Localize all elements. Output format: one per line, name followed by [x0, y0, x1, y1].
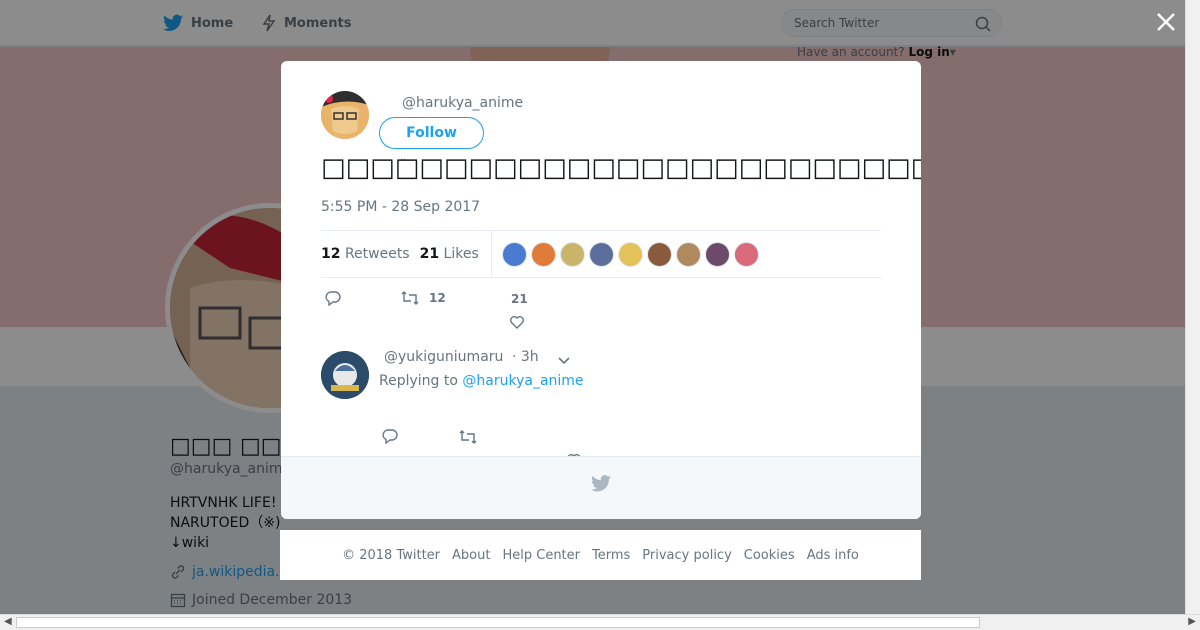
scroll-left-icon[interactable]: ◀ [4, 616, 12, 627]
likes-stat[interactable]: 21 Likes [420, 246, 479, 262]
modal-footer [281, 456, 921, 519]
tweet-timestamp[interactable]: 5:55 PM - 28 Sep 2017 [321, 199, 480, 215]
footer-link-terms[interactable]: Terms [592, 548, 630, 563]
liker-avatar[interactable] [501, 241, 527, 267]
retweets-stat[interactable]: 12 Retweets [321, 246, 410, 262]
footer-link-cookies[interactable]: Cookies [744, 548, 795, 563]
reply-icon [325, 291, 341, 306]
reply-button[interactable] [325, 290, 341, 306]
retweet-icon [401, 291, 419, 305]
liker-avatar[interactable] [704, 241, 730, 267]
reply-button[interactable] [382, 428, 398, 448]
likers-avatars [501, 241, 763, 267]
scrollbar-thumb[interactable] [16, 617, 980, 628]
tweet-actions: 12 21 [321, 287, 881, 330]
tweet-author-handle[interactable]: @harukya_anime [402, 95, 523, 111]
reply-icon [382, 429, 398, 445]
retweet-button[interactable]: 12 [401, 290, 446, 306]
liker-avatar[interactable] [559, 241, 585, 267]
site-footer: © 2018 Twitter About Help Center Terms P… [280, 530, 921, 580]
like-button[interactable] [509, 314, 525, 330]
chevron-down-icon[interactable] [557, 351, 571, 370]
liker-avatar[interactable] [617, 241, 643, 267]
footer-link-ads[interactable]: Ads info [807, 548, 859, 563]
scroll-right-icon[interactable]: ▶ [1188, 616, 1196, 627]
retweet-button[interactable] [459, 429, 477, 449]
liker-avatar[interactable] [530, 241, 556, 267]
likes-count: 21 [419, 246, 440, 262]
reply-author-handle[interactable]: @yukiguniumaru [384, 349, 503, 365]
reply-timestamp[interactable]: · 3h [512, 349, 539, 365]
tweet-author-avatar[interactable] [321, 91, 369, 139]
tweet-stats: 12 Retweets 21 Likes [321, 230, 881, 278]
close-icon[interactable] [1154, 12, 1178, 36]
like-count: 21 [511, 292, 528, 306]
footer-link-about[interactable]: About [452, 548, 490, 563]
horizontal-scrollbar[interactable]: ◀ ▶ [0, 614, 1200, 630]
replying-to: Replying to @harukya_anime [379, 373, 584, 389]
avatar-illustration [321, 91, 369, 139]
follow-button[interactable]: Follow [379, 117, 484, 149]
retweet-count: 12 [429, 291, 446, 305]
twitter-bird-icon [591, 475, 611, 492]
footer-link-help[interactable]: Help Center [502, 548, 580, 563]
tweet-text: □□□□□□□□□□□□□□□□□□□□□□□□□□□□□□□□□□□□□□□□… [321, 153, 921, 183]
divider [490, 230, 492, 278]
footer-copyright: © 2018 Twitter [342, 547, 441, 563]
avatar-illustration [321, 351, 369, 399]
likes-label: Likes [443, 246, 479, 262]
reply-author-avatar[interactable] [321, 351, 369, 399]
liker-avatar[interactable] [646, 241, 672, 267]
retweets-count: 12 [321, 246, 341, 262]
footer-link-privacy[interactable]: Privacy policy [642, 548, 731, 563]
tweet-modal: @harukya_anime Follow ⌄ □□□□□□□□□□□□□□□□… [281, 61, 921, 519]
liker-avatar[interactable] [733, 241, 759, 267]
replying-prefix: Replying to [379, 373, 458, 389]
retweets-label: Retweets [344, 246, 410, 262]
replying-to-link[interactable]: @harukya_anime [462, 373, 583, 389]
liker-avatar[interactable] [675, 241, 701, 267]
vertical-scrollbar[interactable] [1185, 0, 1200, 614]
liker-avatar[interactable] [588, 241, 614, 267]
heart-icon [510, 316, 524, 329]
retweet-icon [459, 430, 477, 444]
